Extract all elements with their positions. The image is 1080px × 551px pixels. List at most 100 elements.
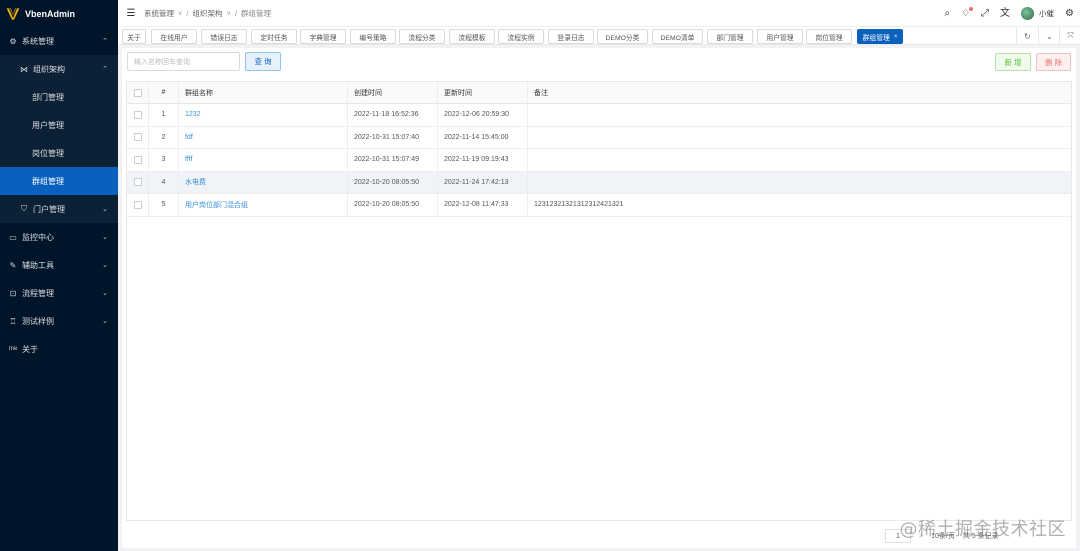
row-checkbox[interactable] — [133, 110, 142, 119]
fullscreen-icon[interactable]: ⤢ — [981, 8, 989, 19]
tab-label: DEMO清单 — [660, 34, 695, 42]
delete-button[interactable]: 删 除 — [1036, 53, 1071, 71]
user-dropdown[interactable]: 小催 — [1021, 7, 1054, 20]
menu-monitor-label: 监控中心 — [22, 232, 54, 242]
menu-system[interactable]: ⚙ 系统管理 ⌃ — [0, 27, 118, 55]
refresh-icon[interactable]: ↻ — [1016, 27, 1038, 45]
updated-time: 2022-11-24 17:42:13 — [438, 171, 528, 193]
remark — [528, 172, 1071, 194]
created-time: 2022-11-18 16:52:36 — [348, 104, 438, 126]
menu-user[interactable]: 用户管理 — [0, 111, 118, 139]
chevron-down-icon[interactable]: ⌄ — [1038, 27, 1060, 45]
menu-post[interactable]: 岗位管理 — [0, 139, 118, 167]
menu-about[interactable]: me 关于 — [0, 335, 118, 363]
tab-numbering[interactable]: 编号策略 — [350, 29, 396, 44]
tab-post[interactable]: 岗位管理 — [806, 29, 852, 44]
table-row[interactable]: 3 ffff 2022-10-31 15:07:49 2022-11-19 09… — [127, 149, 1071, 172]
tab-about[interactable]: 关于 — [122, 29, 146, 44]
row-index: 5 — [149, 194, 179, 216]
group-name-link[interactable]: 1232 — [179, 104, 348, 126]
add-button[interactable]: 新 增 — [995, 53, 1031, 71]
group-name-link[interactable]: fdf — [179, 126, 348, 148]
gear-icon: ⚙ — [9, 36, 17, 46]
remark — [528, 104, 1071, 126]
breadcrumb: 系统管理 ∨ / 组织架构 ∨ / 群组管理 — [144, 8, 271, 19]
tab-flow-instance[interactable]: 流程实例 — [498, 29, 544, 44]
header-actions: ⌕ ♢ ⤢ 文 小催 ⚙ — [944, 0, 1074, 27]
menu-portal[interactable]: ⛉ 门户管理 ⌄ — [0, 195, 118, 223]
menu-tools[interactable]: ✎ 辅助工具 ⌄ — [0, 251, 118, 279]
created-time: 2022-10-20 08:05:50 — [348, 194, 438, 216]
tab-label: 关于 — [127, 34, 141, 42]
select-all-checkbox[interactable] — [133, 88, 142, 97]
tab-flow-template[interactable]: 流程模板 — [449, 29, 495, 44]
tab-online-users[interactable]: 在线用户 — [151, 29, 197, 44]
group-name-link[interactable]: 用户岗位部门混合组 — [179, 194, 348, 216]
chevron-down-icon: ⌄ — [102, 234, 108, 241]
menu-flow[interactable]: ⊡ 流程管理 ⌄ — [0, 279, 118, 307]
table-row[interactable]: 2 fdf 2022-10-31 15:07:40 2022-11-14 15:… — [127, 126, 1071, 149]
table-row[interactable]: 4 水电费 2022-10-20 08:05:50 2022-11-24 17:… — [127, 171, 1071, 194]
col-group-name[interactable]: 群组名称 — [179, 82, 348, 103]
updated-time: 2022-12-06 20:59:30 — [438, 104, 528, 126]
menu-system-label: 系统管理 — [22, 36, 54, 46]
chevron-down-icon: ∨ — [226, 10, 231, 17]
settings-gear-icon[interactable]: ⚙ — [1065, 8, 1074, 19]
table-row[interactable]: 5 用户岗位部门混合组 2022-10-20 08:05:50 2022-12-… — [127, 194, 1071, 217]
menu-dept[interactable]: 部门管理 — [0, 83, 118, 111]
tab-demo-category[interactable]: DEMO分类 — [597, 29, 648, 44]
row-checkbox[interactable] — [133, 133, 142, 142]
multi-tab-bar: 关于 在线用户 错误日志 定时任务 字典管理 编号策略 流程分类 流程模板 流程… — [118, 27, 1080, 45]
app-logo[interactable]: VbenAdmin — [0, 0, 118, 27]
remark — [528, 127, 1071, 149]
menu-org[interactable]: ⋈ 组织架构 ⌃ — [0, 55, 118, 83]
flow-icon: ⊡ — [9, 288, 17, 298]
user-name: 小催 — [1039, 9, 1055, 18]
tab-login-log[interactable]: 登录日志 — [548, 29, 594, 44]
tab-demo-list[interactable]: DEMO清单 — [652, 29, 703, 44]
group-name-link[interactable]: 水电费 — [179, 171, 348, 193]
row-checkbox[interactable] — [133, 155, 142, 164]
menu-group[interactable]: 群组管理 — [0, 167, 118, 195]
expand-icon[interactable]: ⤧ — [1059, 27, 1080, 45]
col-updated[interactable]: 更新时间 — [438, 82, 528, 103]
breadcrumb-item-org[interactable]: 组织架构 — [193, 8, 223, 19]
vben-logo-icon — [6, 7, 20, 20]
table-row[interactable]: 1 1232 2022-11-18 16:52:36 2022-12-06 20… — [127, 104, 1071, 127]
menu-fold-icon[interactable]: ☰ — [120, 8, 142, 19]
add-button-label: 新 增 — [1004, 57, 1022, 67]
tab-group-active[interactable]: 群组管理 × — [857, 29, 903, 44]
table-header: # 群组名称 创建时间 更新时间 备注 — [127, 82, 1071, 104]
tab-flow-category[interactable]: 流程分类 — [399, 29, 445, 44]
bell-icon[interactable]: ♢ — [961, 6, 974, 19]
menu-monitor[interactable]: ▭ 监控中心 ⌄ — [0, 223, 118, 251]
row-index: 3 — [149, 149, 179, 171]
search-icon[interactable]: ⌕ — [944, 8, 950, 19]
updated-time: 2022-11-14 15:45:00 — [438, 126, 528, 148]
row-index: 4 — [149, 171, 179, 193]
created-time: 2022-10-20 08:05:50 — [348, 171, 438, 193]
col-remark[interactable]: 备注 — [528, 82, 1071, 103]
col-created[interactable]: 创建时间 — [348, 82, 438, 103]
tab-user[interactable]: 用户管理 — [757, 29, 803, 44]
tab-label: 流程分类 — [408, 34, 436, 42]
translate-icon[interactable]: 文 — [1000, 8, 1010, 19]
tab-scheduled-tasks[interactable]: 定时任务 — [251, 29, 297, 44]
menu-demo-label: 测试样例 — [22, 316, 54, 326]
tab-dictionary[interactable]: 字典管理 — [300, 29, 346, 44]
menu-portal-label: 门户管理 — [33, 204, 65, 214]
remark — [528, 149, 1071, 171]
row-checkbox[interactable] — [133, 200, 142, 209]
org-tree-icon: ⋈ — [20, 64, 28, 74]
group-name-link[interactable]: ffff — [179, 149, 348, 171]
tab-dept[interactable]: 部门管理 — [707, 29, 753, 44]
row-checkbox[interactable] — [133, 178, 142, 187]
search-placeholder: 输入名称回车查询 — [134, 58, 190, 66]
breadcrumb-item-system[interactable]: 系统管理 — [144, 8, 174, 19]
tab-error-log[interactable]: 错误日志 — [201, 29, 247, 44]
close-icon[interactable]: × — [894, 34, 898, 40]
remark: 12312321321312312421321 — [534, 201, 624, 209]
query-button[interactable]: 查 询 — [245, 52, 281, 71]
menu-demo[interactable]: ♖ 测试样例 ⌄ — [0, 307, 118, 335]
search-input[interactable]: 输入名称回车查询 — [127, 52, 240, 71]
